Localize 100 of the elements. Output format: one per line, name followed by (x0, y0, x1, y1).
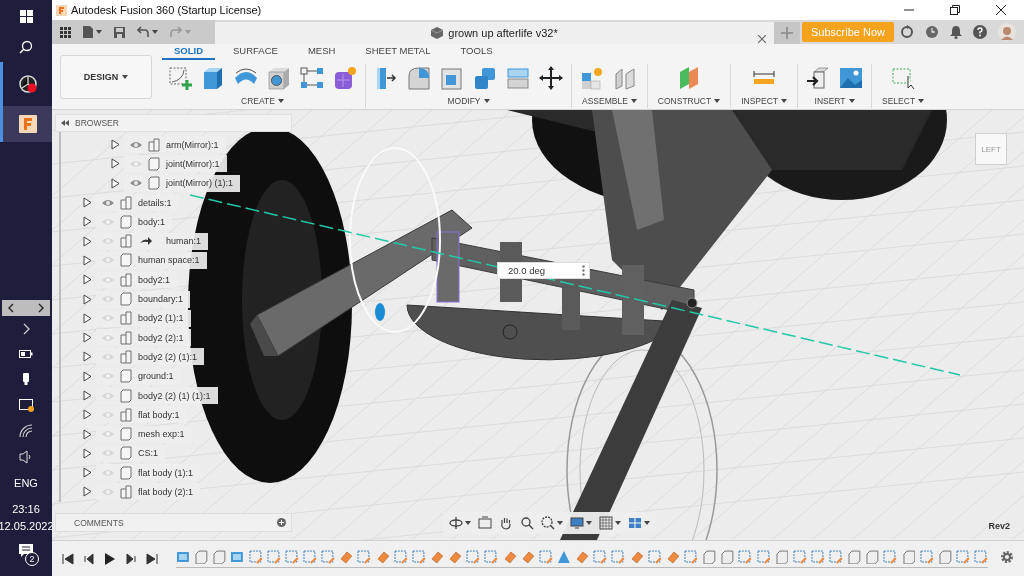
timeline-feature-icon[interactable] (448, 549, 462, 564)
angle-input[interactable]: 20.0 deg (497, 262, 590, 279)
document-tab[interactable]: grown up afterlife v32* (215, 22, 774, 44)
tool-group-dropdown[interactable]: ASSEMBLE (580, 94, 639, 108)
toolbar-tab[interactable]: TOOLS (448, 45, 505, 60)
expand-triangle-icon[interactable] (83, 390, 92, 401)
timeline-feature-icon[interactable] (702, 549, 716, 564)
block-arrow-icon[interactable] (374, 65, 398, 90)
undo-icon[interactable] (137, 26, 149, 38)
new-tab-button[interactable] (774, 22, 800, 44)
bell-icon[interactable] (950, 25, 962, 39)
move-arrows-icon[interactable] (539, 65, 563, 90)
expand-triangle-icon[interactable] (83, 467, 92, 479)
insert-box-icon[interactable] (806, 65, 831, 90)
timeline-feature-icon[interactable] (429, 549, 444, 564)
expand-triangle-icon[interactable] (111, 177, 120, 189)
close-icon[interactable] (996, 5, 1006, 15)
browser-header[interactable]: BROWSER (55, 114, 292, 132)
timeline-feature-icon[interactable] (339, 549, 354, 564)
timeline-feature-icon[interactable] (484, 549, 499, 564)
timeline-feature-icon[interactable] (466, 549, 481, 564)
grid-icon[interactable] (599, 516, 613, 530)
expand-triangle-icon[interactable] (111, 139, 120, 151)
selection-box-icon[interactable] (891, 65, 916, 90)
tree-item[interactable]: body2 (2):1 (96, 329, 191, 347)
save-icon[interactable] (114, 26, 125, 38)
tree-item[interactable]: flat body (2):1 (96, 483, 201, 501)
collapse-icon[interactable] (61, 120, 69, 126)
timeline-feature-icon[interactable] (357, 549, 372, 564)
timeline-feature-icon[interactable] (230, 549, 245, 564)
image-icon[interactable] (839, 65, 864, 90)
timeline-feature-icon[interactable] (810, 549, 825, 564)
split-block-icon[interactable] (506, 65, 530, 90)
step-forward-icon[interactable] (125, 552, 137, 565)
skip-start-icon[interactable] (62, 552, 74, 565)
sheets-icon[interactable] (613, 65, 638, 90)
wifi-icon[interactable] (19, 424, 33, 438)
restore-icon[interactable] (950, 5, 960, 15)
expand-triangle-icon[interactable] (111, 158, 120, 170)
tool-group-dropdown[interactable]: CONSTRUCT (655, 94, 723, 108)
timeline-feature-icon[interactable] (194, 549, 208, 564)
display-icon[interactable] (570, 516, 584, 530)
windows-logo-icon[interactable] (19, 9, 33, 23)
sketch-plus-icon[interactable] (168, 65, 192, 90)
app-logo-icon[interactable] (18, 115, 37, 133)
redo-icon[interactable] (170, 26, 182, 38)
expand-triangle-icon[interactable] (83, 293, 92, 305)
help-icon[interactable] (973, 25, 987, 39)
workspace-dropdown[interactable]: DESIGN (60, 54, 152, 99)
expand-triangle-icon[interactable] (83, 409, 92, 421)
timeline-feature-icon[interactable] (847, 549, 862, 564)
monitor-icon[interactable] (18, 398, 34, 412)
timeline-feature-icon[interactable] (375, 549, 390, 564)
clock-date[interactable]: 12.05.2022 (0, 520, 54, 532)
usb-drive-icon[interactable] (22, 373, 30, 385)
timeline-feature-icon[interactable] (176, 549, 190, 564)
tree-item[interactable]: joint(Mirror):1 (124, 155, 227, 173)
more-dots-icon[interactable] (582, 265, 585, 276)
recorder-app-icon[interactable] (18, 75, 37, 93)
timeline-feature-icon[interactable] (321, 549, 335, 564)
timeline-feature-icon[interactable] (956, 549, 970, 564)
expand-triangle-icon[interactable] (83, 351, 92, 363)
timeline-feature-icon[interactable] (937, 549, 952, 564)
battery-icon[interactable] (19, 350, 33, 358)
tool-group-dropdown[interactable]: INSERT (812, 94, 857, 108)
timeline-feature-icon[interactable] (629, 549, 644, 564)
angle-value[interactable]: 20.0 deg (508, 265, 568, 276)
clock-icon[interactable] (925, 25, 939, 39)
scroll-bar[interactable] (2, 300, 50, 316)
sun-cube-icon[interactable] (580, 65, 605, 90)
star-cube-icon[interactable] (333, 65, 357, 90)
tree-item[interactable]: body2 (2) (1):1 (96, 348, 205, 366)
toolbar-tab[interactable]: SURFACE (221, 45, 290, 60)
timeline-feature-icon[interactable] (303, 549, 317, 564)
tool-group-dropdown[interactable]: CREATE (239, 94, 286, 108)
hole-cube-icon[interactable] (267, 65, 291, 90)
timeline-feature-icon[interactable] (575, 549, 589, 564)
timeline-feature-icon[interactable] (792, 549, 807, 564)
tree-item[interactable]: body2 (2) (1) (1):1 (96, 387, 218, 404)
expand-triangle-icon[interactable] (83, 216, 92, 228)
speaker-icon[interactable] (19, 450, 33, 464)
pan-hand-icon[interactable] (499, 516, 513, 530)
avatar-icon[interactable] (998, 23, 1016, 41)
tree-item[interactable]: body2 (1):1 (96, 309, 191, 327)
timeline-feature-icon[interactable] (683, 549, 698, 564)
timeline-feature-icon[interactable] (883, 549, 898, 564)
timeline-feature-icon[interactable] (901, 549, 916, 564)
planes-icon[interactable] (677, 65, 701, 90)
tree-item[interactable]: boundary:1 (96, 290, 191, 308)
tool-group-dropdown[interactable]: INSPECT (739, 94, 790, 108)
expand-triangle-icon[interactable] (83, 447, 92, 459)
viewports-icon[interactable] (628, 516, 642, 530)
tree-item[interactable]: joint(Mirror) (1):1 (124, 174, 240, 192)
eye-icon[interactable] (130, 140, 142, 149)
timeline-feature-icon[interactable] (248, 549, 263, 564)
drag-handle[interactable] (375, 303, 385, 321)
expand-triangle-icon[interactable] (83, 428, 92, 440)
timeline-feature-icon[interactable] (538, 549, 553, 564)
search-icon[interactable] (19, 40, 33, 54)
add-comment-icon[interactable] (277, 518, 286, 527)
